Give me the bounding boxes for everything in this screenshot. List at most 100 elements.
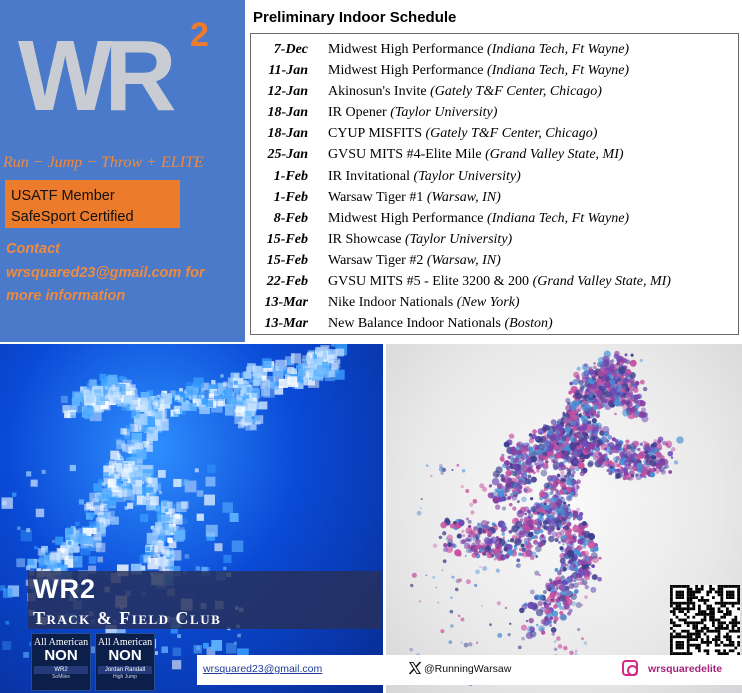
pixel-particle: [222, 382, 227, 387]
qr-module: [700, 629, 704, 633]
dot-particle: [500, 457, 505, 462]
qr-module: [684, 607, 687, 611]
dot-particle: [534, 570, 540, 576]
qr-module: [709, 587, 712, 591]
qr-module: [737, 641, 740, 644]
pixel-particle: [136, 449, 147, 460]
dot-particle: [618, 356, 625, 363]
dot-particle: [496, 543, 501, 548]
qr-module: [678, 646, 682, 650]
dot-particle: [639, 379, 645, 385]
qr-module: [670, 599, 673, 602]
dot-particle: [551, 482, 557, 487]
dot-particle: [507, 633, 511, 637]
pixel-particle: [146, 532, 159, 545]
pixel-particle: [66, 527, 74, 535]
pixel-particle: [259, 401, 268, 410]
footer-instagram-handle[interactable]: wrsquaredelite: [648, 663, 722, 675]
dot-particle: [566, 467, 571, 472]
qr-module: [681, 629, 684, 633]
qr-module: [686, 585, 690, 588]
qr-module: [731, 601, 735, 605]
qr-module: [714, 643, 718, 647]
footer-x-handle[interactable]: @RunningWarsaw: [424, 663, 511, 675]
qr-module: [670, 596, 673, 599]
qr-module: [714, 638, 718, 641]
event-date: 15-Feb: [266, 231, 308, 247]
event-date: 1-Feb: [273, 168, 308, 184]
pixel-particle: [23, 652, 29, 658]
qr-module: [670, 635, 673, 639]
pixel-particle: [336, 348, 345, 357]
dot-particle: [480, 548, 483, 551]
qr-module: [717, 601, 721, 605]
qr-code[interactable]: [670, 585, 740, 655]
pixel-particle: [225, 642, 237, 654]
qr-module: [686, 649, 690, 653]
dot-particle: [488, 484, 492, 488]
dot-particle: [532, 526, 537, 531]
dot-particle: [537, 428, 545, 435]
pixel-particle: [110, 516, 119, 525]
event-date: 18-Jan: [267, 105, 308, 121]
dot-particle: [559, 610, 564, 615]
dot-particle: [539, 445, 543, 449]
qr-module: [714, 618, 718, 622]
pixel-particle: [158, 539, 162, 543]
dot-particle: [444, 517, 450, 523]
dot-particle: [534, 462, 538, 466]
qr-module: [678, 607, 682, 611]
dot-particle: [456, 533, 462, 539]
qr-module: [675, 593, 679, 597]
qr-module: [717, 635, 721, 639]
dot-particle: [639, 400, 646, 407]
footer-email-link[interactable]: wrsquared23@gmail.com: [203, 663, 322, 675]
qr-module: [723, 601, 726, 605]
event-venue: (Indiana Tech, Ft Wayne): [487, 210, 630, 226]
dot-particle: [643, 440, 646, 444]
dot-particle: [631, 407, 635, 411]
membership-line-safesport: SafeSport Certified: [11, 209, 134, 225]
dot-particle: [587, 441, 596, 450]
qr-module: [714, 641, 718, 644]
qr-module: [734, 618, 738, 622]
pixel-particle: [200, 388, 205, 393]
qr-module: [689, 593, 693, 597]
dot-particle: [501, 478, 506, 482]
pixel-particle: [158, 481, 162, 485]
dot-particle: [526, 467, 532, 473]
qr-module: [726, 624, 729, 627]
dot-particle: [577, 377, 580, 381]
x-logo-icon: [408, 661, 422, 675]
qr-module: [728, 621, 732, 625]
qr-module: [700, 638, 704, 641]
pixel-particle: [2, 588, 13, 598]
qr-module: [726, 593, 729, 597]
logo-letters: WR: [18, 20, 177, 132]
dot-particle: [555, 592, 562, 598]
event-date: 22-Feb: [266, 274, 308, 290]
qr-module: [717, 643, 721, 647]
qr-module: [717, 638, 721, 641]
qr-module: [731, 621, 735, 625]
qr-module: [672, 585, 676, 588]
schedule-row: 22-Feb GVSU MITS #5 - Elite 3200 & 200 (G…: [251, 271, 738, 292]
dot-particle: [460, 641, 463, 644]
dot-particle: [540, 469, 548, 477]
dot-particle: [579, 581, 584, 586]
dot-particle: [461, 539, 467, 544]
qr-module: [686, 635, 690, 639]
dot-particle: [676, 436, 684, 444]
dot-particle: [524, 541, 527, 545]
dot-particle: [550, 419, 557, 426]
qr-module: [689, 601, 693, 605]
dot-particle: [499, 549, 504, 554]
dot-particle: [539, 463, 544, 468]
dot-particle: [429, 474, 433, 478]
dot-particle: [515, 532, 519, 536]
dot-particle: [661, 458, 669, 467]
dot-particle: [442, 559, 447, 564]
qr-module: [720, 587, 724, 591]
qr-module: [689, 587, 693, 591]
pixel-particle: [71, 397, 81, 407]
